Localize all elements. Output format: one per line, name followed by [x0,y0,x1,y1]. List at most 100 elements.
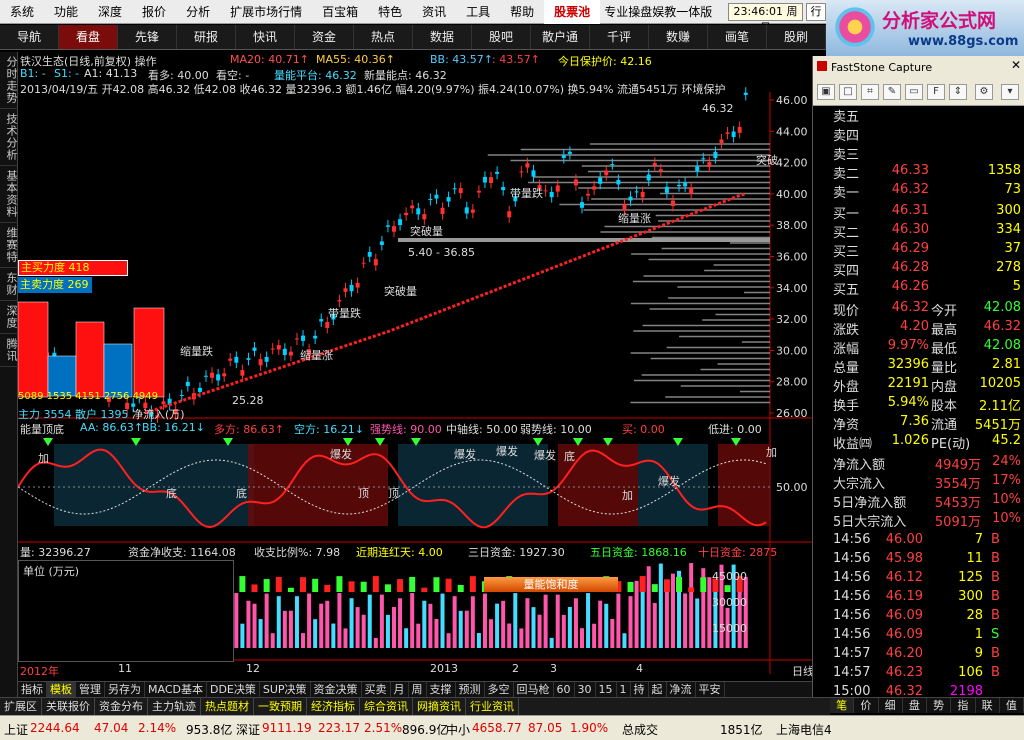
kline-chart-area[interactable]: 铁汉生态(日线,前复权) 操作 MA20: 40.71↑ MA55: 40.36… [18,52,814,678]
nav-tab-3[interactable]: 研报 [177,25,236,49]
ext-tab-3[interactable]: 主力轨迹 [148,698,201,715]
candle-body [701,158,706,160]
menu-toolbox[interactable]: 百宝箱 [312,0,368,24]
nav-tab-13[interactable]: 股刷 [767,25,826,49]
chart-tab-14[interactable]: 回马枪 [514,682,554,697]
ext-tab-2[interactable]: 资金分布 [95,698,148,715]
capture-scroll-icon[interactable]: ⇕ [949,84,967,100]
ext-tab-6[interactable]: 经济指标 [307,698,360,715]
left-tab-4[interactable]: 东财 [0,268,18,301]
chart-tab-8[interactable]: 买卖 [362,682,391,697]
nav-tab-7[interactable]: 数据 [413,25,472,49]
nav-tab-0[interactable]: 导航 [0,25,59,49]
chart-tab-16[interactable]: 30 [575,682,596,697]
nav-tab-6[interactable]: 热点 [354,25,413,49]
right-tab-2[interactable]: 细 [879,698,903,713]
nav-tab-1[interactable]: 看盘 [59,25,118,49]
chart-tab-19[interactable]: 持 [631,682,649,697]
left-tab-6[interactable]: 腾讯 [0,334,18,367]
right-tab-7[interactable]: 值 [1000,698,1024,713]
period-label[interactable]: 日线 [792,663,814,679]
chart-tab-12[interactable]: 预测 [456,682,485,697]
candle-body [616,179,621,185]
sell-force-bar: 主卖力度 269 [18,277,92,293]
left-tab-5[interactable]: 深度 [0,301,18,334]
chart-tab-13[interactable]: 多空 [485,682,514,697]
nav-tab-12[interactable]: 画笔 [708,25,767,49]
capture-region-icon[interactable]: □ [839,84,857,100]
nav-tab-10[interactable]: 千评 [590,25,649,49]
left-tab-2[interactable]: 基本资料 [0,166,18,223]
candle-body [385,225,390,227]
right-tab-5[interactable]: 指 [951,698,976,713]
ext-tab-8[interactable]: 网摘资讯 [413,698,466,715]
menu-special[interactable]: 特色 [368,0,412,24]
nav-tab-4[interactable]: 快讯 [236,25,295,49]
close-icon[interactable]: ✕ [1011,58,1021,72]
stat-row-5: 换手 5.94% 股本 2.11亿 [813,395,1024,414]
nav-tab-8[interactable]: 股吧 [472,25,531,49]
menu-quote[interactable]: 报价 [132,0,176,24]
nav-tab-2[interactable]: 先锋 [118,25,177,49]
money-flow-bar [348,581,355,592]
chart-tab-20[interactable]: 起 [649,682,667,697]
chart-tab-9[interactable]: 月 [391,682,409,697]
capture-full-icon[interactable]: ▭ [905,84,923,100]
ext-tab-7[interactable]: 综合资讯 [360,698,413,715]
menu-tools[interactable]: 工具 [456,0,500,24]
ext-tab-0[interactable]: 扩展区 [0,698,42,715]
chart-tab-11[interactable]: 支撑 [427,682,456,697]
candle-body [610,164,615,166]
right-tab-3[interactable]: 盘 [903,698,927,713]
capture-fixed-icon[interactable]: F [927,84,945,100]
nav-tab-11[interactable]: 数赚 [649,25,708,49]
menu-stock-pool[interactable]: 股票池 [544,0,601,24]
capture-window-icon[interactable]: ▣ [817,84,835,100]
right-tab-1[interactable]: 价 [854,698,879,713]
menu-function[interactable]: 功能 [44,0,88,24]
ind1-duo: 多方: 86.63↑ [214,423,284,436]
ext-tab-5[interactable]: 一致预期 [254,698,307,715]
capture-freehand-icon[interactable]: ✎ [883,84,901,100]
candle-body [476,190,481,193]
volume-bar [658,563,663,648]
chart-tab-6[interactable]: SUP决策 [260,682,311,697]
left-tab-1[interactable]: 技术分析 [0,109,18,166]
candle-body [664,186,669,193]
settings-icon[interactable]: ⚙ [975,84,993,100]
chart-tab-7[interactable]: 资金决策 [311,682,362,697]
chart-tab-15[interactable]: 60 [554,682,575,697]
nav-tab-5[interactable]: 资金 [295,25,354,49]
left-tab-3[interactable]: 维赛特 [0,223,18,268]
menu-depth[interactable]: 深度 [88,0,132,24]
chart-tab-4[interactable]: MACD基本 [145,682,207,697]
chart-tab-22[interactable]: 平安 [696,682,725,697]
menu-system[interactable]: 系统 [0,0,44,24]
chart-tab-2[interactable]: 管理 [76,682,105,697]
menu-help[interactable]: 帮助 [500,0,544,24]
ext-tab-1[interactable]: 关联报价 [42,698,95,715]
chart-tab-0[interactable]: 指标 [18,682,47,697]
chart-tab-1[interactable]: 模板 [47,682,76,697]
menu-ext-market[interactable]: 扩展市场行情 [220,0,312,24]
chart-tab-3[interactable]: 另存为 [105,682,145,697]
right-tab-6[interactable]: 联 [976,698,1000,713]
left-tab-0[interactable]: 分时走势 [0,52,18,109]
output-icon[interactable]: ▾ [1001,84,1019,100]
money-flow-bar [300,577,307,592]
chart-tab-21[interactable]: 净流 [667,682,696,697]
ext-tab-9[interactable]: 行业资讯 [466,698,519,715]
menu-news[interactable]: 资讯 [412,0,456,24]
capture-rect-icon[interactable]: ⌗ [861,84,879,100]
chart-tab-17[interactable]: 15 [596,682,617,697]
right-tab-4[interactable]: 势 [927,698,952,713]
volume-bar [398,598,403,648]
chart-tab-10[interactable]: 周 [409,682,427,697]
menu-analysis[interactable]: 分析 [176,0,220,24]
chart-tab-5[interactable]: DDE决策 [207,682,260,697]
buy-row-0: 买一 46.31 300 [813,203,1024,222]
nav-tab-9[interactable]: 散户通 [531,25,590,49]
right-tab-0[interactable]: 笔 [830,698,855,713]
ext-tab-4[interactable]: 热点题材 [201,698,254,715]
chart-tab-18[interactable]: 1 [617,682,631,697]
